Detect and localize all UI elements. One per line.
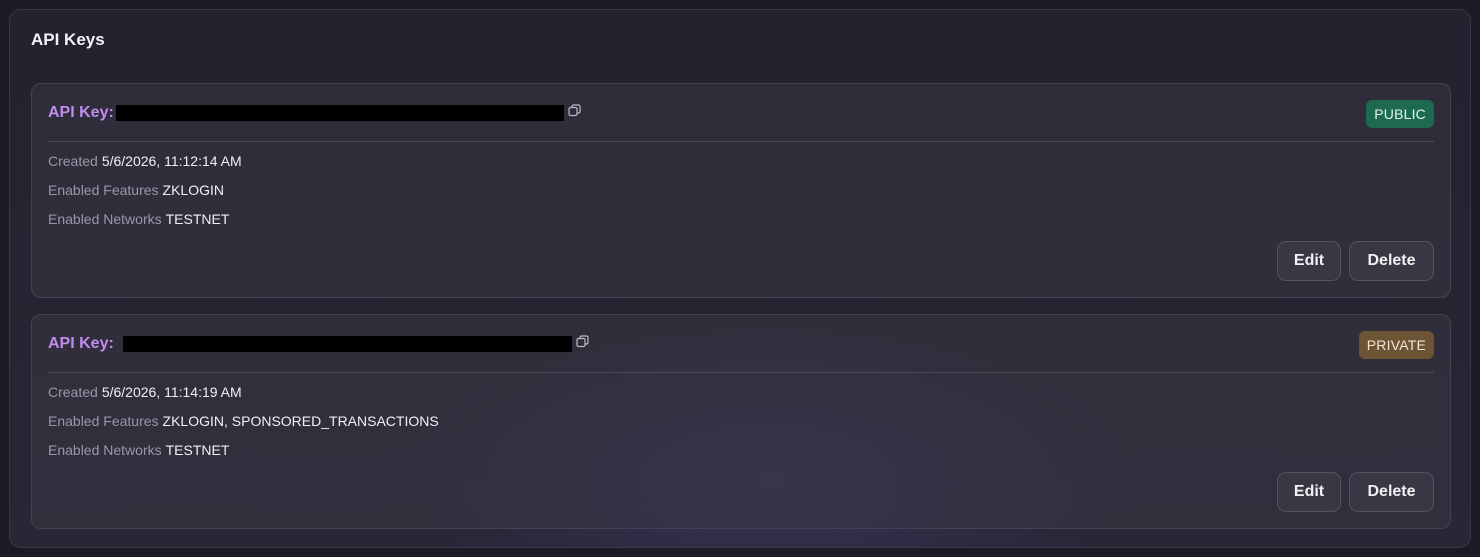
panel-title: API Keys [31,30,105,49]
api-keys-panel: API Keys API Key: PUBLIC Created 5/6/2026… [9,9,1471,548]
visibility-badge: PUBLIC [1366,100,1434,128]
features-line: Enabled Features ZKLOGIN, SPONSORED_TRANS… [48,413,439,429]
networks-line: Enabled Networks TESTNET [48,211,229,227]
api-key-value-redacted [122,336,572,352]
networks-label: Enabled Networks [48,442,162,458]
copy-icon[interactable] [568,103,581,117]
created-label: Created [48,153,98,169]
delete-button[interactable]: Delete [1349,472,1434,512]
api-key-row: API Key: [48,333,589,355]
networks-line: Enabled Networks TESTNET [48,442,229,458]
created-line: Created 5/6/2026, 11:12:14 AM [48,153,242,169]
delete-button[interactable]: Delete [1349,241,1434,281]
api-key-card: API Key: PRIVATE Created 5/6/2026, 11:14:… [31,314,1451,529]
features-line: Enabled Features ZKLOGIN [48,182,224,198]
visibility-badge: PRIVATE [1358,331,1434,359]
api-key-row: API Key: [48,102,581,124]
features-value: ZKLOGIN, SPONSORED_TRANSACTIONS [162,413,439,429]
api-key-label: API Key: [48,104,114,121]
divider [48,141,1434,142]
networks-value: TESTNET [165,442,230,458]
created-line: Created 5/6/2026, 11:14:19 AM [48,384,242,400]
features-value: ZKLOGIN [162,182,224,198]
divider [48,372,1434,373]
api-key-value-redacted [115,105,564,121]
networks-label: Enabled Networks [48,211,162,227]
networks-value: TESTNET [165,211,230,227]
api-key-card: API Key: PUBLIC Created 5/6/2026, 11:12:1… [31,83,1451,298]
created-value: 5/6/2026, 11:12:14 AM [101,153,242,169]
features-label: Enabled Features [48,182,159,198]
created-label: Created [48,384,98,400]
edit-button[interactable]: Edit [1277,241,1341,281]
created-value: 5/6/2026, 11:14:19 AM [101,384,242,400]
edit-button[interactable]: Edit [1277,472,1341,512]
features-label: Enabled Features [48,413,159,429]
copy-icon[interactable] [576,334,589,348]
api-key-label: API Key: [48,335,114,352]
